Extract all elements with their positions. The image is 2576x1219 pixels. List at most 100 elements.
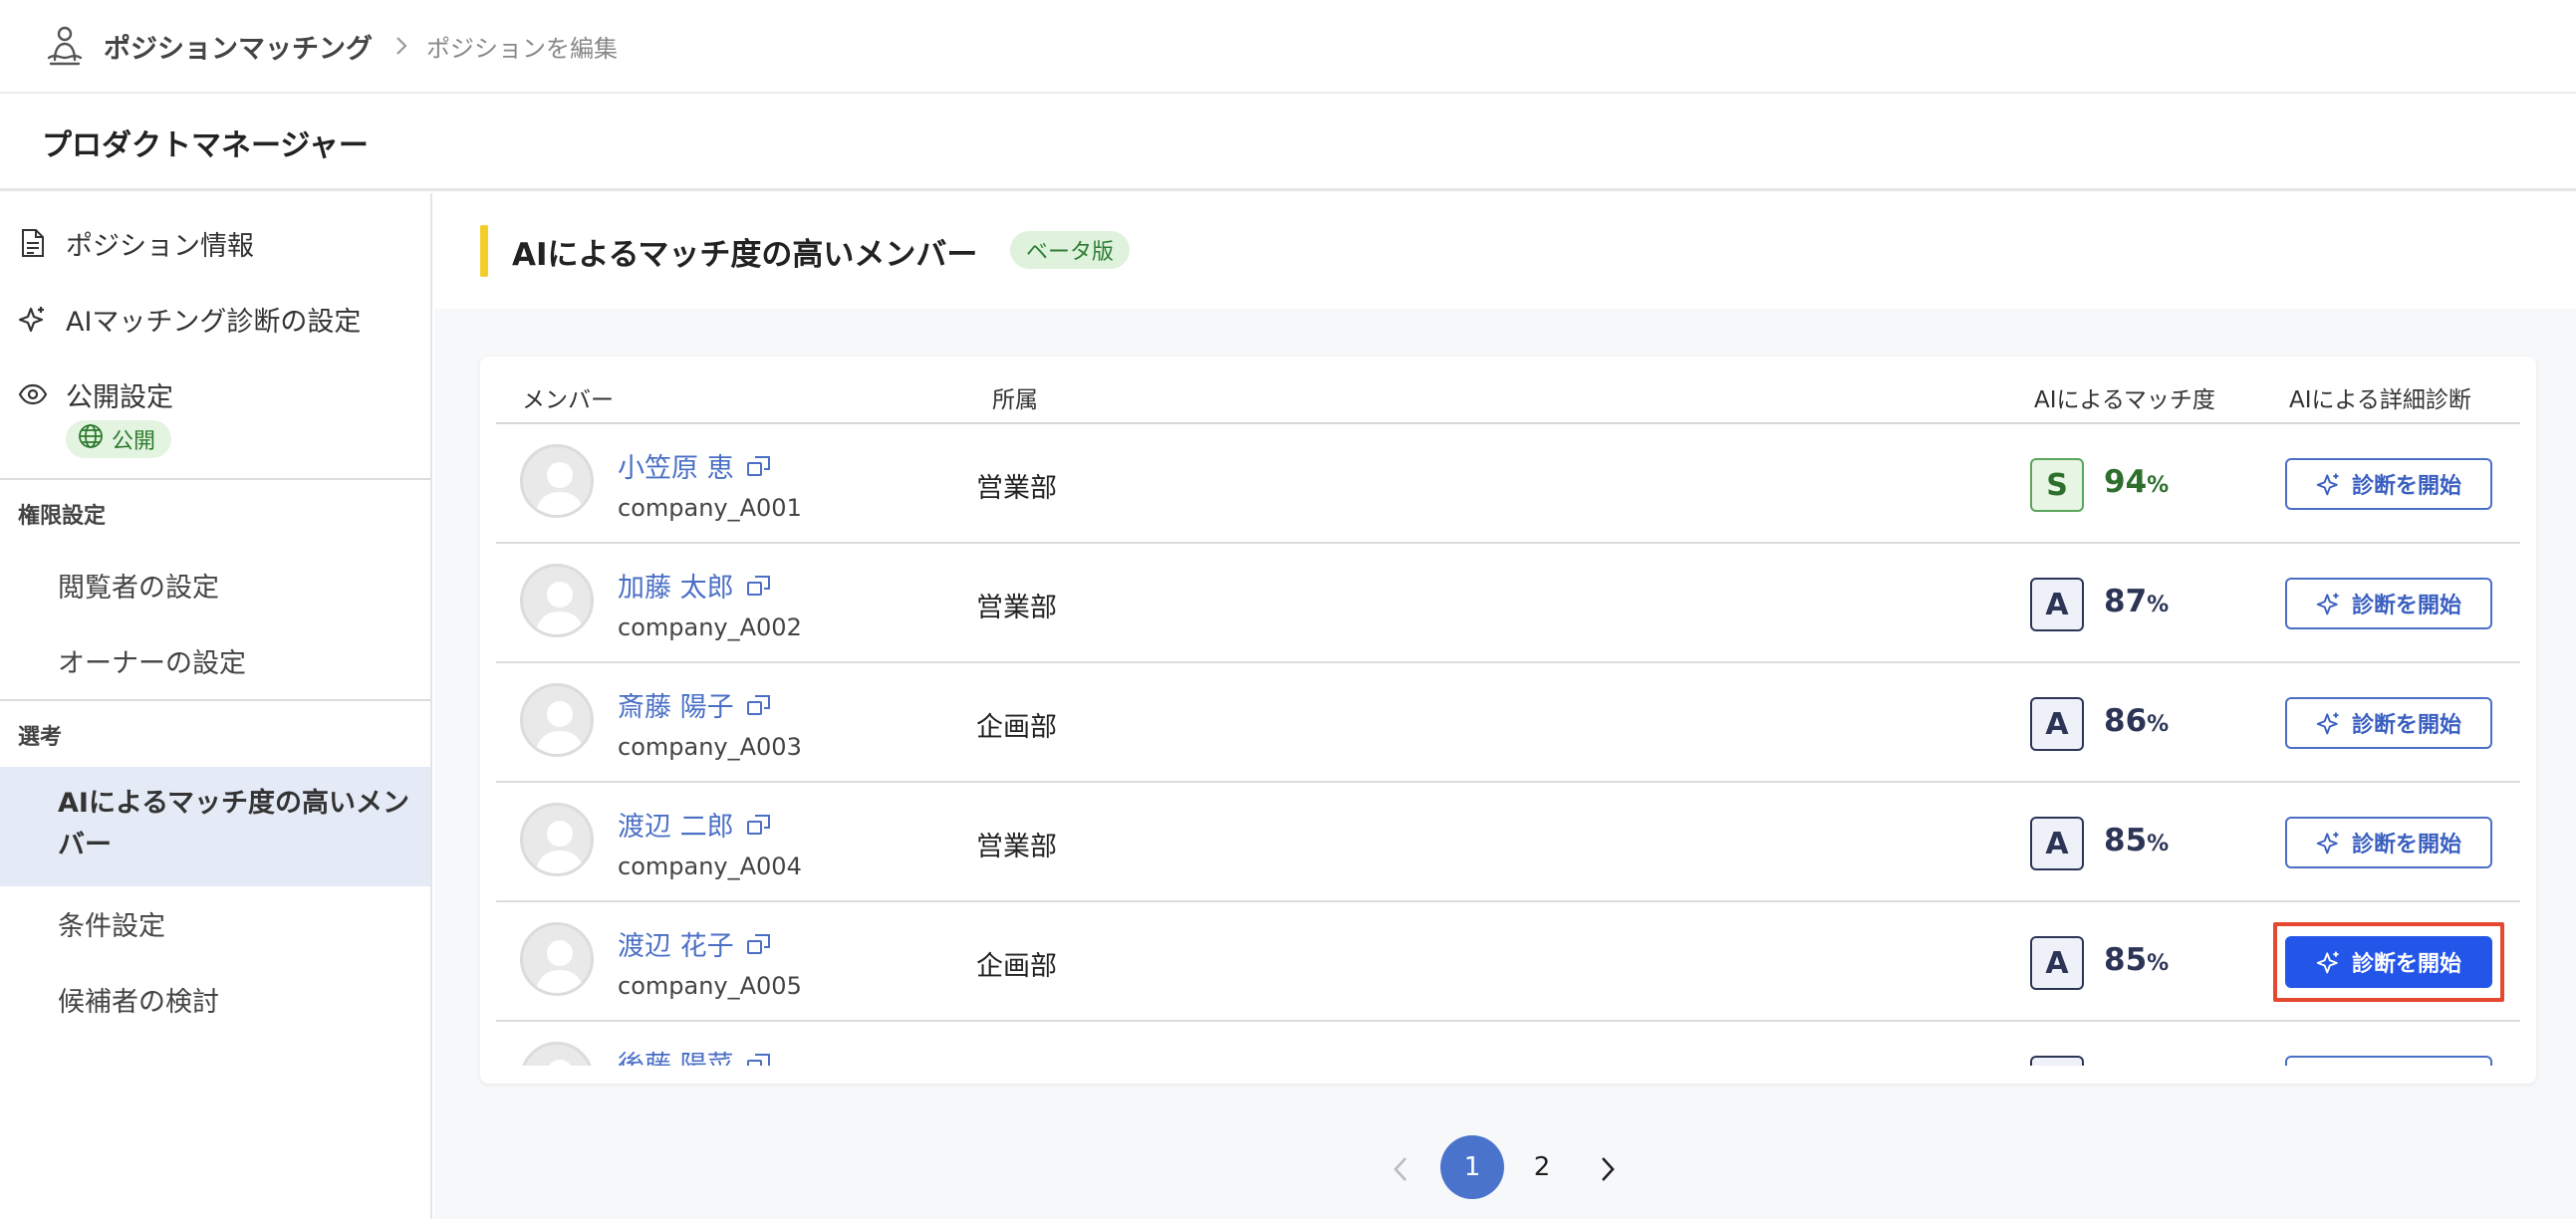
member-name: 渡辺 花子 (618, 931, 734, 962)
member-name: 加藤 太郎 (618, 573, 734, 604)
start-diagnosis-button[interactable] (2285, 1056, 2492, 1066)
table-row: 渡辺 花子 company_A005 企画部 A 85% 診断を開始 (496, 902, 2520, 1022)
column-header-department: 所属 (992, 387, 1038, 413)
column-header-member: メンバー (522, 387, 614, 413)
table-row: 後藤 陽菜 (496, 1022, 2520, 1066)
match-percent-value: 86 (2104, 703, 2148, 739)
avatar (520, 444, 594, 518)
app-name[interactable]: ポジションマッチング (104, 27, 373, 66)
breadcrumb-chevron-icon (386, 31, 416, 61)
match-percent-value: 85 (2104, 942, 2148, 978)
match-percent: 94% (2104, 464, 2169, 500)
member-name: 小笠原 恵 (618, 453, 734, 484)
sidebar-item-candidate-review[interactable]: 候補者の検討 (58, 980, 219, 1019)
member-name: 渡辺 二郎 (618, 812, 734, 843)
table-row: 小笠原 恵 company_A001 営業部 S 94% 診断を開始 (496, 424, 2520, 544)
member-name-link[interactable]: 小笠原 恵 (618, 446, 772, 485)
avatar (520, 1042, 594, 1066)
percent-unit: % (2147, 593, 2170, 617)
avatar (520, 564, 594, 637)
page-title: プロダクトマネージャー (42, 127, 369, 163)
page-1-button[interactable]: 1 (1440, 1135, 1504, 1199)
member-department: 営業部 (976, 593, 1057, 623)
column-header-diagnosis: AIによる詳細診断 (2289, 387, 2471, 413)
pagination: 1 2 (434, 1133, 2576, 1213)
percent-unit: % (2147, 832, 2170, 856)
member-name-link[interactable]: 渡辺 二郎 (618, 805, 772, 844)
sparkle-icon (2316, 712, 2339, 735)
sidebar: ポジション情報 AIマッチング診断の設定 公開設定 公開 権限設定 閲覧者の設定… (0, 193, 432, 1219)
member-department: 営業部 (976, 473, 1057, 504)
sidebar-item-ai-high-match[interactable]: AIによるマッチ度の高いメンバー (0, 767, 430, 886)
eye-icon (16, 377, 50, 411)
sidebar-item-label: 公開設定 (66, 381, 173, 413)
member-name-link[interactable]: 後藤 陽菜 (618, 1044, 772, 1066)
breadcrumb-current: ポジションを編集 (426, 34, 618, 63)
sidebar-item-ai-matching-settings[interactable]: AIマッチング診断の設定 (0, 297, 430, 341)
section-selection: 選考 (18, 725, 63, 750)
publish-status-badge: 公開 (66, 420, 172, 458)
sparkle-icon (2316, 951, 2339, 974)
member-id: company_A001 (618, 494, 802, 522)
section-title: AIによるマッチ度の高いメンバー (512, 237, 978, 273)
meditation-logo-icon[interactable] (42, 23, 88, 69)
match-grade-badge: S (2030, 458, 2084, 512)
member-name-link[interactable]: 渡辺 花子 (618, 924, 772, 963)
percent-unit: % (2147, 951, 2170, 976)
percent-unit: % (2147, 473, 2170, 498)
open-window-icon (746, 933, 770, 954)
open-window-icon (746, 694, 770, 715)
sidebar-item-label: AIマッチング診断の設定 (66, 306, 362, 338)
button-label: 診断を開始 (2351, 594, 2461, 618)
sidebar-item-conditions[interactable]: 条件設定 (58, 904, 165, 943)
member-id: company_A004 (618, 853, 802, 880)
avatar (520, 683, 594, 757)
start-diagnosis-button[interactable]: 診断を開始 (2285, 697, 2492, 749)
match-percent-value: 87 (2104, 584, 2148, 619)
avatar (520, 803, 594, 876)
match-percent-value: 94 (2104, 464, 2148, 500)
start-diagnosis-button[interactable]: 診断を開始 (2285, 936, 2492, 988)
sidebar-item-label: AIによるマッチ度の高いメンバー (58, 788, 410, 860)
percent-unit: % (2147, 712, 2170, 737)
button-label: 診断を開始 (2351, 952, 2461, 977)
top-bar: ポジションマッチング ポジションを編集 (0, 0, 2576, 94)
next-page-chevron-icon[interactable] (1588, 1149, 1628, 1189)
start-diagnosis-button[interactable]: 診断を開始 (2285, 817, 2492, 868)
match-grade-badge: A (2030, 936, 2084, 990)
sidebar-item-owner-settings[interactable]: オーナーの設定 (58, 641, 246, 680)
open-window-icon (746, 1053, 770, 1066)
prev-page-chevron-icon[interactable] (1381, 1149, 1420, 1189)
member-department: 企画部 (976, 951, 1057, 982)
open-window-icon (746, 814, 770, 835)
open-window-icon (746, 575, 770, 596)
title-bar: プロダクトマネージャー (0, 96, 2576, 191)
section-header: AIによるマッチ度の高いメンバー ベータ版 (434, 193, 2576, 309)
match-percent-value: 85 (2104, 823, 2148, 858)
page-2-button[interactable]: 2 (1510, 1135, 1574, 1199)
sidebar-item-position-info[interactable]: ポジション情報 (0, 221, 430, 265)
button-label: 診断を開始 (2351, 713, 2461, 738)
member-department: 営業部 (976, 832, 1057, 862)
member-rows[interactable]: 小笠原 恵 company_A001 営業部 S 94% 診断を開始 加藤 太郎… (496, 424, 2520, 1066)
start-diagnosis-button[interactable]: 診断を開始 (2285, 578, 2492, 629)
member-department (976, 1052, 1066, 1066)
member-name: 斎藤 陽子 (618, 692, 734, 723)
document-icon (16, 226, 50, 260)
accent-bar (480, 225, 488, 277)
member-id: company_A002 (618, 613, 802, 641)
sidebar-item-label: ポジション情報 (66, 230, 254, 262)
start-diagnosis-button[interactable]: 診断を開始 (2285, 458, 2492, 510)
match-percent: 86% (2104, 703, 2169, 739)
globe-icon (78, 423, 104, 455)
member-name-link[interactable]: 斎藤 陽子 (618, 685, 772, 724)
sparkle-icon (2316, 593, 2339, 615)
member-table-card: メンバー 所属 AIによるマッチ度 AIによる詳細診断 小笠原 恵 compan… (480, 357, 2536, 1084)
publish-badge-label: 公開 (112, 429, 156, 454)
match-percent: 87% (2104, 584, 2169, 619)
member-name-link[interactable]: 加藤 太郎 (618, 566, 772, 605)
sparkle-icon (2316, 473, 2339, 496)
button-label: 診断を開始 (2351, 833, 2461, 857)
sidebar-item-viewer-settings[interactable]: 閲覧者の設定 (58, 566, 219, 605)
sidebar-item-publish-settings[interactable]: 公開設定 (0, 372, 430, 416)
